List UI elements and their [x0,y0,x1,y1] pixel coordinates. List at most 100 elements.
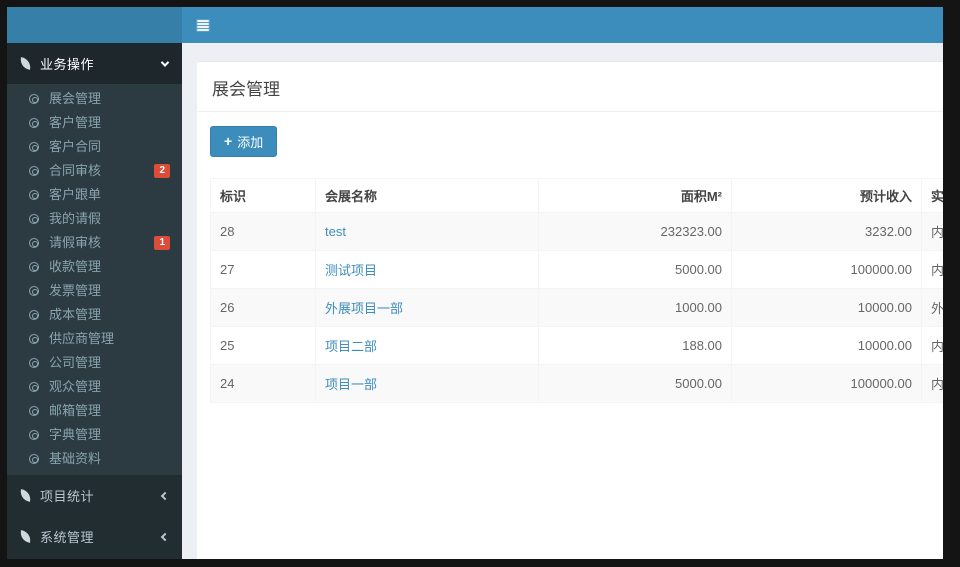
cell-id: 27 [210,250,316,289]
cell-income: 10000.00 [731,326,922,365]
bullseye-icon [29,190,39,200]
notification-badge: 2 [154,164,170,178]
exhibition-link[interactable]: 项目一部 [325,377,377,392]
cell-name: 项目一部 [315,364,539,403]
sidebar-item-dictionary-mgmt[interactable]: 字典管理 [7,423,182,447]
bullseye-icon [29,286,39,296]
add-button[interactable]: + 添加 [210,126,278,157]
sidebar-section-label: 项目统计 [40,489,95,504]
sidebar-submenu: 展会管理 客户管理 客户合同 合同审核 2 客户跟单 我的请假 请假审核 1 收… [7,84,182,475]
sidebar-section-business-ops[interactable]: 业务操作 [7,43,182,84]
table-row: 24 项目一部 5000.00 100000.00 内展项目 [210,364,943,403]
exhibition-link[interactable]: test [325,224,346,239]
sidebar-item-basic-data[interactable]: 基础资料 [7,447,182,471]
cell-name: 测试项目 [315,250,539,289]
page-title: 展会管理 [197,62,943,112]
sidebar: 业务操作 展会管理 客户管理 客户合同 合同审核 2 客户跟单 我的请假 请假审… [7,43,182,559]
sidebar-item-customer-contract[interactable]: 客户合同 [7,135,182,159]
leaf-icon [19,57,32,70]
column-header-income: 预计收入 [731,178,922,213]
column-header-area: 面积M² [538,178,732,213]
bullseye-icon [29,358,39,368]
sidebar-section-system-mgmt[interactable]: 系统管理 [7,516,182,557]
cell-dept: 内展项目 [921,364,943,403]
cell-area: 232323.00 [538,212,732,251]
bullseye-icon [29,214,39,224]
column-header-dept: 实施部门 [921,178,943,213]
cell-income: 100000.00 [731,364,922,403]
cell-id: 24 [210,364,316,403]
logo-area [7,7,182,43]
sidebar-item-supplier-mgmt[interactable]: 供应商管理 [7,327,182,351]
cell-name: test [315,212,539,251]
cell-dept: 内展项目 [921,326,943,365]
cell-id: 26 [210,288,316,327]
cell-name: 外展项目一部 [315,288,539,327]
bullseye-icon [29,334,39,344]
sidebar-item-cost-mgmt[interactable]: 成本管理 [7,303,182,327]
table-row: 28 test 232323.00 3232.00 内展项目 [210,212,943,251]
cell-id: 28 [210,212,316,251]
sidebar-item-customer-mgmt[interactable]: 客户管理 [7,111,182,135]
cell-dept: 内展项目 [921,212,943,251]
table-header-row: 标识 会展名称 面积M² 预计收入 实施部门 [210,178,943,213]
cell-area: 1000.00 [538,288,732,327]
sidebar-section-label: 系统管理 [40,530,95,545]
table-row: 27 测试项目 5000.00 100000.00 内展项目 [210,250,943,289]
sidebar-item-invoice-mgmt[interactable]: 发票管理 [7,279,182,303]
sidebar-item-customer-follow[interactable]: 客户跟单 [7,183,182,207]
cell-id: 25 [210,326,316,365]
sidebar-item-mailbox-mgmt[interactable]: 邮箱管理 [7,399,182,423]
bullseye-icon [29,406,39,416]
table-row: 26 外展项目一部 1000.00 10000.00 外展项目 [210,288,943,327]
bullseye-icon [29,142,39,152]
exhibition-table: 标识 会展名称 面积M² 预计收入 实施部门 28 test 2 [210,178,943,403]
chevron-down-icon [160,57,170,67]
cell-income: 100000.00 [731,250,922,289]
bullseye-icon [29,262,39,272]
sidebar-section-label: 业务操作 [40,57,95,72]
cell-name: 项目二部 [315,326,539,365]
cell-area: 5000.00 [538,250,732,289]
bullseye-icon [29,118,39,128]
bullseye-icon [29,238,39,248]
table-row: 25 项目二部 188.00 10000.00 内展项目 [210,326,943,365]
add-button-label: 添加 [237,135,264,150]
column-header-name: 会展名称 [315,178,539,213]
bullseye-icon [29,310,39,320]
exhibition-panel: 展会管理 + 添加 标识 会展名称 面积M² 预计收入 实 28 test 23… [197,61,943,559]
sidebar-item-payment-mgmt[interactable]: 收款管理 [7,255,182,279]
exhibition-link[interactable]: 测试项目 [325,263,377,278]
sidebar-item-exhibition-mgmt[interactable]: 展会管理 [7,87,182,111]
sidebar-section-project-stats[interactable]: 项目统计 [7,475,182,516]
bullseye-icon [29,166,39,176]
sidebar-item-leave-review[interactable]: 请假审核 1 [7,231,182,255]
cell-dept: 内展项目 [921,250,943,289]
bullseye-icon [29,430,39,440]
sidebar-item-audience-mgmt[interactable]: 观众管理 [7,375,182,399]
plus-icon: + [224,133,233,149]
sidebar-item-my-leave[interactable]: 我的请假 [7,207,182,231]
bullseye-icon [29,454,39,464]
main-content: 展会管理 + 添加 标识 会展名称 面积M² 预计收入 实 28 test 23… [182,43,943,559]
column-header-id: 标识 [210,178,316,213]
top-navbar [7,7,943,43]
sidebar-item-contract-review[interactable]: 合同审核 2 [7,159,182,183]
chevron-left-icon [160,491,170,500]
notification-badge: 1 [154,236,170,250]
bullseye-icon [29,94,39,104]
cell-income: 3232.00 [731,212,922,251]
cell-area: 5000.00 [538,364,732,403]
cell-area: 188.00 [538,326,732,365]
sidebar-item-company-mgmt[interactable]: 公司管理 [7,351,182,375]
hamburger-menu-icon[interactable] [196,18,210,32]
bullseye-icon [29,382,39,392]
cell-income: 10000.00 [731,288,922,327]
leaf-icon [19,489,32,502]
exhibition-link[interactable]: 项目二部 [325,339,377,354]
cell-dept: 外展项目 [921,288,943,327]
leaf-icon [19,530,32,543]
chevron-left-icon [160,532,170,541]
exhibition-link[interactable]: 外展项目一部 [325,301,403,316]
navbar [182,7,943,43]
